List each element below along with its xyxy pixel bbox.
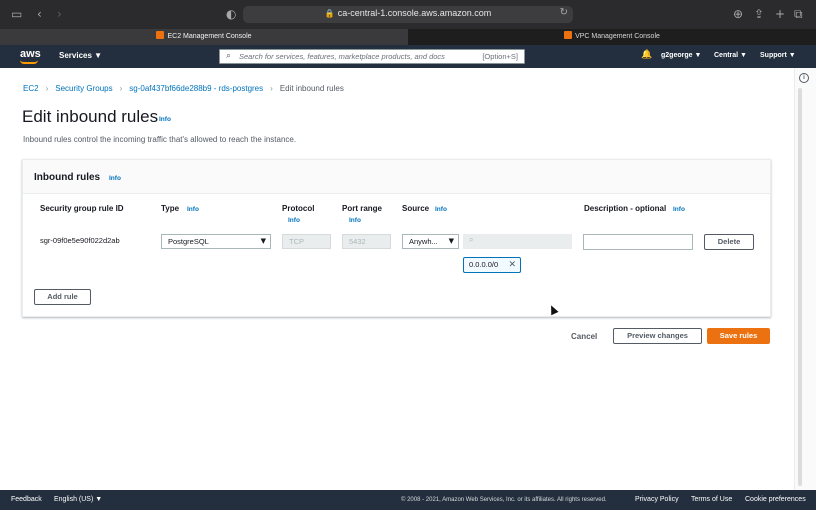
caret-down-icon: ▼	[260, 237, 266, 245]
protocol-field: TCP	[282, 234, 331, 249]
col-rule-id: Security group rule ID	[40, 204, 124, 213]
protocol-value: TCP	[289, 237, 304, 246]
aws-logo-smile	[20, 60, 38, 64]
aws-tab-icon	[156, 31, 165, 39]
col-description: Description - optional	[584, 204, 667, 213]
panel-info-link[interactable]: Info	[109, 175, 121, 182]
terms-link[interactable]: Terms of Use	[691, 496, 732, 503]
source-type-value: Anywh...	[409, 237, 438, 246]
chevron-right-icon: ›	[45, 84, 49, 93]
panel-title: Inbound rules	[34, 172, 101, 183]
inbound-rules-panel: Inbound rules Info Security group rule I…	[22, 159, 771, 317]
description-field[interactable]	[583, 234, 693, 250]
breadcrumb-security-groups[interactable]: Security Groups	[55, 84, 112, 93]
bell-icon[interactable]: 🔔	[641, 50, 652, 60]
browser-toolbar: ▭ ‹ › ◐ 🔒 ca-central-1.console.aws.amazon…	[0, 0, 816, 29]
type-info-link[interactable]: Info	[187, 206, 199, 213]
title-info-link[interactable]: Info	[159, 116, 171, 123]
region-menu[interactable]: Central ▼	[714, 52, 747, 59]
type-select-value: PostgreSQL	[168, 237, 209, 246]
tab-bar: EC2 Management Console VPC Management Co…	[0, 29, 816, 45]
user-menu[interactable]: g2george ▼	[661, 52, 701, 59]
breadcrumb-security-group[interactable]: sg-0af437bf66de288b9 - rds-postgres	[129, 84, 263, 93]
page-title: Edit inbound rules	[22, 107, 159, 126]
footer: Feedback English (US) ▼ © 2008 - 2021, A…	[0, 490, 816, 510]
col-port-range: Port range	[342, 204, 383, 213]
aws-logo[interactable]: aws	[20, 48, 41, 60]
cancel-button[interactable]: Cancel	[571, 332, 597, 341]
back-icon[interactable]: ‹	[37, 7, 42, 21]
info-panel-icon[interactable]: i	[799, 73, 809, 83]
aws-top-nav: aws Services ▼ ⌕ Search for services, fe…	[0, 45, 816, 68]
copyright-text: © 2008 - 2021, Amazon Web Services, Inc.…	[401, 497, 607, 503]
source-token-value: 0.0.0.0/0	[469, 260, 499, 269]
protocol-info-link[interactable]: Info	[288, 217, 300, 224]
port-range-info-link[interactable]: Info	[349, 217, 361, 224]
cookie-preferences-link[interactable]: Cookie preferences	[745, 496, 806, 503]
preview-changes-button[interactable]: Preview changes	[613, 328, 702, 344]
tab-label: EC2 Management Console	[167, 33, 252, 40]
page-description: Inbound rules control the incoming traff…	[23, 135, 297, 144]
source-info-link[interactable]: Info	[435, 206, 447, 213]
source-token: 0.0.0.0/0 ✕	[463, 257, 521, 273]
scrollbar-thumb[interactable]	[798, 88, 802, 486]
reload-icon[interactable]: ↻	[560, 7, 568, 18]
search-shortcut: [Option+S]	[482, 52, 518, 61]
search-icon: ⌕	[226, 51, 232, 61]
col-type: Type	[161, 204, 180, 213]
search-placeholder: Search for services, features, marketpla…	[239, 52, 445, 61]
chevron-right-icon: ›	[270, 84, 273, 93]
port-range-value: 5432	[349, 237, 366, 246]
aws-tab-icon	[564, 31, 573, 39]
sidebar-toggle-icon[interactable]: ▭	[11, 7, 22, 21]
add-rule-button[interactable]: Add rule	[34, 289, 91, 305]
chevron-right-icon: ›	[119, 84, 123, 93]
save-rules-button[interactable]: Save rules	[707, 328, 770, 344]
caret-down-icon: ▼	[448, 237, 454, 245]
col-protocol: Protocol	[282, 204, 315, 213]
tab-label: VPC Management Console	[575, 33, 660, 40]
services-menu[interactable]: Services ▼	[59, 51, 102, 60]
support-menu[interactable]: Support ▼	[760, 52, 796, 59]
panel-header: Inbound rules Info	[23, 160, 770, 194]
feedback-link[interactable]: Feedback	[11, 496, 42, 503]
description-info-link[interactable]: Info	[673, 206, 685, 213]
col-source: Source	[402, 204, 430, 213]
share-icon[interactable]: ⇪	[754, 7, 764, 21]
download-icon[interactable]: ⊕	[733, 7, 743, 21]
close-icon[interactable]: ✕	[508, 258, 516, 272]
source-search-input[interactable]: ⌕	[463, 234, 572, 249]
delete-rule-button[interactable]: Delete	[704, 234, 754, 250]
tab-ec2[interactable]: EC2 Management Console	[0, 29, 408, 45]
rule-id-value: sgr-09f0e5e90f022d2ab	[40, 236, 120, 245]
address-bar[interactable]: 🔒 ca-central-1.console.aws.amazon.com ↻	[243, 6, 573, 23]
search-input[interactable]: ⌕ Search for services, features, marketp…	[219, 49, 525, 64]
forward-icon[interactable]: ›	[57, 7, 62, 21]
search-icon: ⌕	[469, 235, 474, 244]
language-select[interactable]: English (US) ▼	[54, 496, 102, 503]
type-select[interactable]: PostgreSQL ▼	[161, 234, 271, 249]
tab-overview-icon[interactable]: ⧉	[794, 7, 803, 21]
new-tab-icon[interactable]: +	[775, 7, 785, 21]
lock-icon: 🔒	[324, 9, 335, 18]
url-text: ca-central-1.console.aws.amazon.com	[337, 8, 492, 18]
shield-icon[interactable]: ◐	[226, 7, 236, 21]
breadcrumb: EC2 › Security Groups › sg-0af437bf66de288b9…	[23, 84, 344, 93]
tab-vpc[interactable]: VPC Management Console	[408, 29, 816, 45]
port-range-field: 5432	[342, 234, 391, 249]
breadcrumb-current: Edit inbound rules	[279, 84, 344, 93]
source-type-select[interactable]: Anywh... ▼	[402, 234, 459, 249]
privacy-link[interactable]: Privacy Policy	[635, 496, 679, 503]
breadcrumb-ec2[interactable]: EC2	[23, 84, 39, 93]
